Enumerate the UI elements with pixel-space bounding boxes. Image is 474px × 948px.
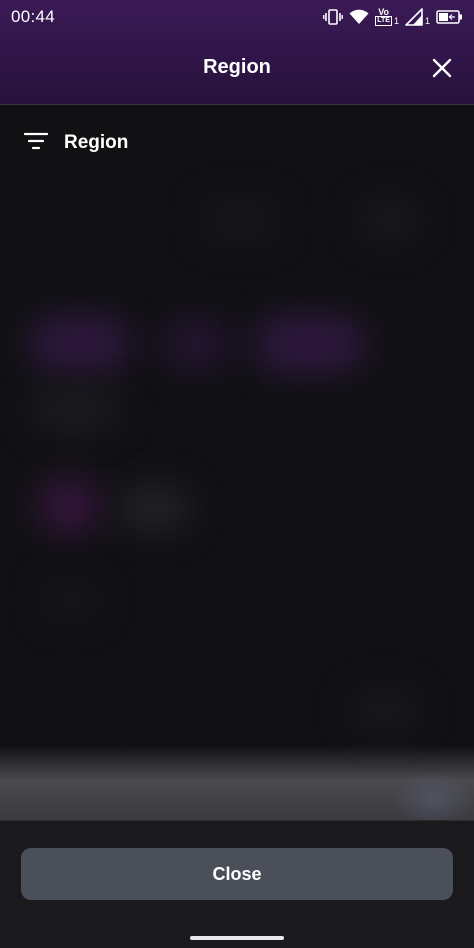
volte-icon: Vo LTE — [375, 8, 392, 26]
filter-row[interactable]: Region — [23, 128, 129, 158]
blur-shape — [255, 318, 365, 370]
region-filter-screen: 00:44 Vo LTE 1 1 Region Region Close — [0, 0, 474, 948]
status-time: 00:44 — [11, 7, 56, 26]
blur-shape — [120, 486, 190, 530]
title-bar: Region — [0, 44, 474, 94]
battery-icon — [436, 9, 464, 25]
page-title: Region — [203, 56, 271, 78]
blur-shape — [360, 200, 420, 240]
signal-icon — [405, 8, 423, 26]
close-button[interactable]: Close — [21, 848, 453, 900]
blur-shape — [38, 478, 100, 534]
blur-shape — [30, 390, 120, 430]
header-divider — [0, 104, 474, 105]
vo-label: Vo — [378, 7, 390, 17]
blur-shape — [350, 690, 420, 730]
status-bar: 00:44 Vo LTE 1 1 — [0, 0, 474, 34]
filter-label: Region — [64, 132, 129, 153]
bottom-divider — [0, 820, 474, 821]
status-icons: Vo LTE 1 1 — [323, 7, 464, 27]
lte-label: LTE — [375, 16, 392, 26]
sim-indicator: 1 — [393, 16, 399, 26]
close-icon[interactable] — [430, 56, 454, 80]
signal-indicator: 1 — [424, 16, 430, 26]
blur-shape — [40, 580, 100, 620]
wifi-icon — [349, 9, 369, 25]
blur-shape — [200, 200, 280, 240]
blur-shape — [30, 318, 130, 370]
filter-icon — [23, 131, 49, 156]
navigation-handle[interactable] — [190, 936, 284, 940]
vibrate-icon — [323, 8, 344, 26]
blur-shape — [160, 320, 230, 368]
